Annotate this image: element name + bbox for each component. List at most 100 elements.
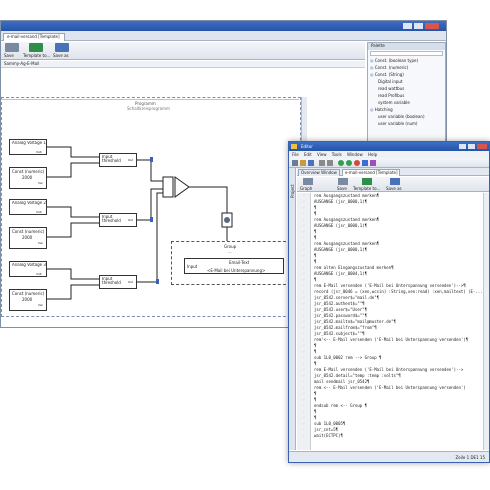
palette-item[interactable]: read Profibus — [370, 93, 445, 100]
minimize-icon[interactable] — [459, 144, 466, 149]
main-toolbar: Save Template to... Save as — [1, 42, 365, 60]
palette-item[interactable]: system variable — [370, 100, 445, 107]
minimize-icon[interactable] — [403, 23, 412, 29]
palette-item-label: Hatching — [374, 107, 393, 112]
menu-edit[interactable]: Edit — [304, 151, 312, 158]
palette-item[interactable]: read wattbus — [370, 86, 445, 93]
code-editor[interactable]: · · · · · · · · · · · · · · · · · · · · · · · · · · · · · · · · · · · · · · · ·… — [297, 193, 489, 450]
palette-item[interactable]: user variable (boolean) — [370, 114, 445, 121]
step-icon[interactable] — [346, 160, 352, 166]
template-label: Template to... — [23, 53, 51, 58]
stop-icon[interactable] — [354, 160, 360, 166]
palette-item-label: user variable (num) — [378, 121, 418, 126]
status-text: Zeile 1 DE1 15 — [455, 455, 486, 460]
palette-item-label: system variable — [378, 100, 410, 105]
editor-scrollbar[interactable] — [483, 193, 489, 450]
tab-label: Overview Window — [301, 170, 337, 175]
code-line: wait(ECTPC)¶ — [314, 433, 343, 438]
wire — [189, 186, 228, 213]
app-icon — [291, 144, 297, 149]
or-gate-icon — [174, 176, 190, 198]
copy-icon[interactable] — [327, 160, 333, 166]
save-as-button[interactable]: Save as — [53, 43, 71, 59]
main-tab-strip: e-mail-versand [Template] — [1, 31, 446, 41]
trigger-icon — [224, 217, 230, 223]
settings-icon[interactable] — [370, 160, 376, 166]
palette-item-label: read Profibus — [378, 93, 405, 98]
maximize-icon[interactable] — [414, 23, 423, 29]
group-subtitle: ... — [228, 249, 232, 254]
template-button[interactable]: Template to... — [353, 178, 381, 191]
wire — [47, 284, 99, 300]
menu-help[interactable]: Help — [368, 151, 377, 158]
wire — [137, 159, 163, 182]
palette-item-label: read wattbus — [378, 86, 405, 91]
run-icon[interactable] — [338, 160, 344, 166]
cut-icon[interactable] — [319, 160, 325, 166]
save-button[interactable]: Save — [335, 178, 351, 191]
code-line: rem'<-- E-Mail versenden ('E-Mail bei Un… — [314, 337, 469, 342]
open-icon[interactable] — [300, 160, 306, 166]
close-icon[interactable] — [425, 23, 439, 29]
new-icon[interactable] — [292, 160, 298, 166]
debug-icon[interactable] — [362, 160, 368, 166]
palette-item[interactable]: ◎ Hatching — [370, 107, 445, 114]
save-icon — [5, 43, 19, 52]
editor-status-bar: Zeile 1 DE1 15 — [289, 451, 489, 462]
menu-window[interactable]: Window — [347, 151, 363, 158]
palette-item[interactable]: Digital input — [370, 79, 445, 86]
maximize-icon[interactable] — [468, 144, 475, 149]
editor-title: Editor — [301, 144, 313, 149]
side-tab-label: Project — [290, 184, 295, 198]
palette-item-label: user variable (boolean) — [378, 114, 425, 119]
close-icon[interactable] — [477, 144, 487, 149]
template-icon — [29, 43, 43, 52]
graph-button[interactable]: Graph — [299, 178, 317, 191]
or-gate-input — [162, 176, 174, 198]
editor-menu-bar: File Edit View Tools Window Help — [289, 151, 489, 158]
palette-item[interactable]: user variable (num) — [370, 121, 445, 128]
palette-item[interactable]: ◎ Const. (String) — [370, 72, 445, 79]
palette-item[interactable]: ◎ Const. (numeric) — [370, 65, 445, 72]
wire-junction — [150, 217, 153, 222]
save-button[interactable]: Save — [3, 43, 19, 59]
save-icon — [338, 178, 348, 185]
fold-marker-icon: · — [302, 433, 306, 438]
breadcrumb-text: Sammy-Ag-E-Mail — [4, 61, 40, 66]
save-icon[interactable] — [308, 160, 314, 166]
breadcrumb: Sammy-Ag-E-Mail — [1, 61, 365, 68]
main-title-bar — [1, 21, 446, 31]
menu-view[interactable]: View — [317, 151, 327, 158]
tab-e-mail-versand[interactable]: e-mail-versand [Template] — [342, 169, 400, 176]
tab-overview-window[interactable]: Overview Window — [298, 169, 340, 176]
email-text-block[interactable]: Email-Text Input <E-Mail bei Unterspannu… — [184, 258, 284, 274]
graph-label: Graph — [300, 186, 313, 191]
wire — [47, 162, 99, 178]
menu-file[interactable]: File — [292, 151, 299, 158]
save-as-label: Save as — [53, 53, 69, 58]
template-button[interactable]: Template to... — [23, 43, 51, 59]
editor-icon-toolbar — [289, 158, 489, 168]
wire — [47, 206, 99, 218]
palette-item-label: Const. (String) — [374, 72, 404, 77]
editor-window: Editor File Edit View Tools Window Help … — [288, 141, 490, 463]
wire — [47, 146, 99, 158]
save-as-icon — [55, 43, 69, 52]
line-numbers: · · · · · · · · · · · · · · · · · · · · · · · · · · · · · · · · · · · · · · · ·… — [297, 193, 311, 439]
save-label: Save — [4, 53, 14, 58]
wire — [47, 268, 99, 280]
template-label: Template to... — [353, 186, 381, 191]
group-block[interactable]: Group ... Email-Text Input <E-Mail bei U… — [171, 241, 291, 285]
wire-junction — [150, 157, 153, 162]
editor-toolbar: Graph Save Template to... Save as — [297, 177, 489, 192]
tab-e-mail-versand[interactable]: e-mail-versand [Template] — [3, 33, 65, 41]
save-as-button[interactable]: Save as — [385, 178, 405, 191]
menu-tools[interactable]: Tools — [332, 151, 342, 158]
email-block-input: Input — [187, 264, 198, 269]
palette-title: Palette — [371, 43, 385, 48]
project-side-tab[interactable]: Project — [289, 168, 296, 450]
palette-item-label: Const. (numeric) — [374, 65, 409, 70]
palette-search-input[interactable] — [370, 51, 443, 56]
palette-item[interactable]: ◎ Const. (boolean type) — [370, 58, 445, 65]
wire-junction — [156, 279, 159, 284]
